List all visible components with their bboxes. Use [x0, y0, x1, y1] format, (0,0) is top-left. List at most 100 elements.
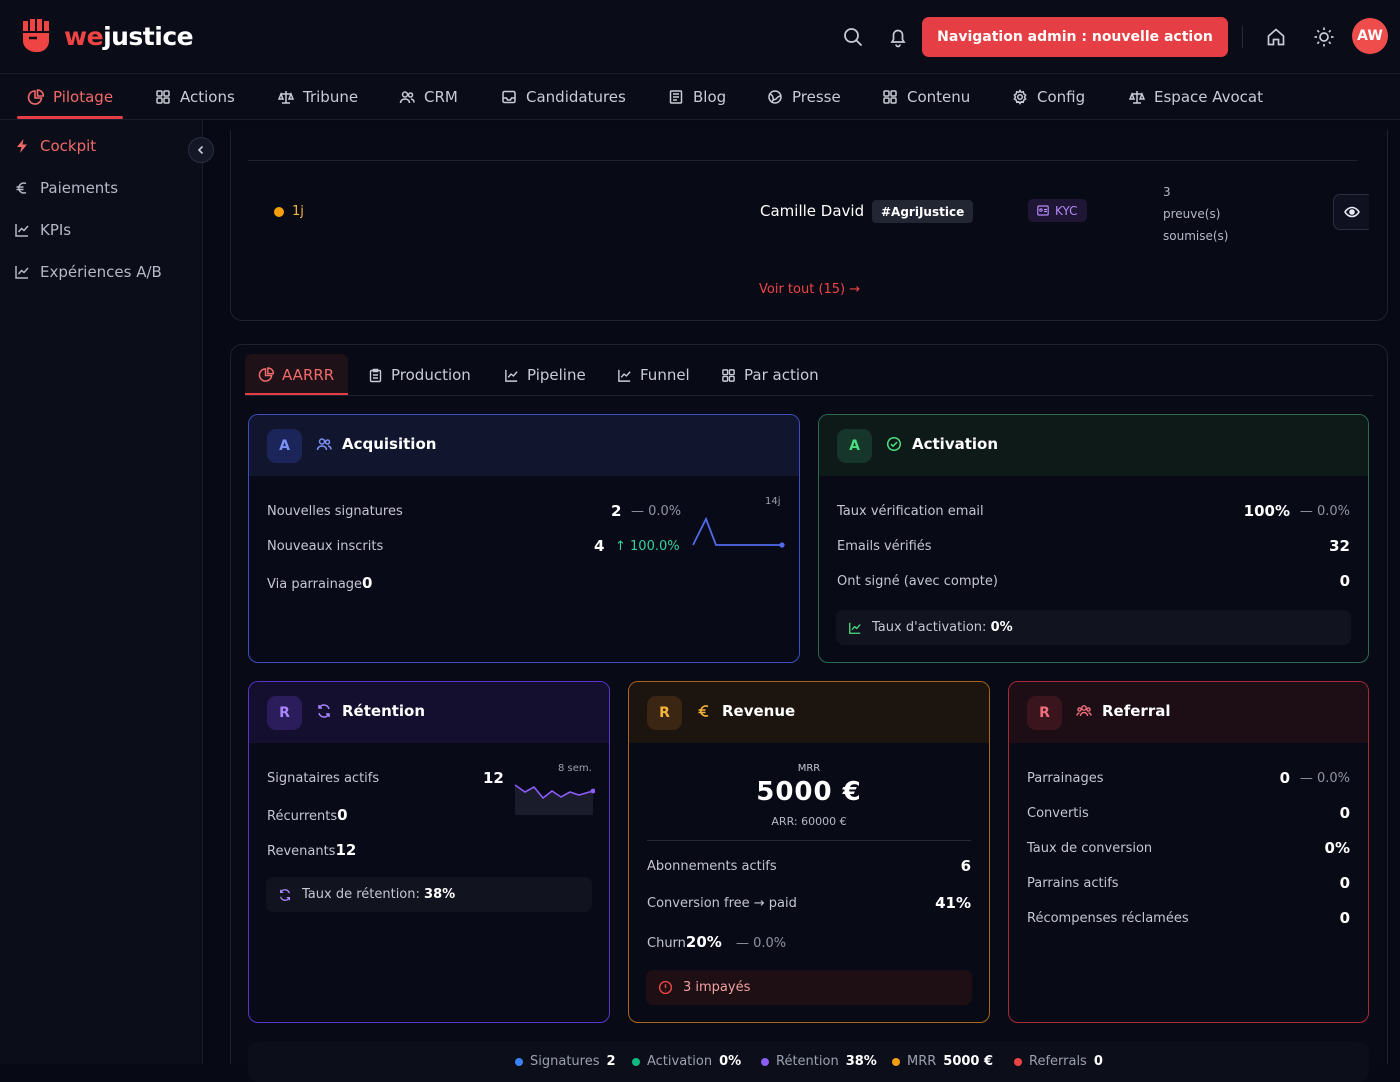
eye-icon: [1343, 206, 1360, 218]
chart-line-icon: [14, 222, 30, 238]
refresh-icon: [278, 888, 292, 902]
metric-row-conversion-rate: Taux de conversion 0%: [1027, 839, 1350, 857]
pending-age: 1j: [274, 204, 304, 219]
revenue-title: Revenue: [696, 702, 795, 720]
sidebar-item-kpis[interactable]: KPIs: [14, 221, 71, 239]
referral-letter-badge: R: [1027, 696, 1062, 730]
nav-item-crm[interactable]: CRM: [399, 74, 458, 120]
tab-par-action[interactable]: Par action: [721, 356, 819, 394]
nav-item-espace-avocat[interactable]: Espace Avocat: [1129, 74, 1263, 120]
referral-header: [1009, 682, 1368, 743]
sidebar-collapse-button[interactable]: [188, 137, 214, 163]
chart-line-icon: [617, 368, 632, 383]
nav-item-presse[interactable]: Presse: [767, 74, 841, 120]
view-submission-button[interactable]: [1333, 194, 1369, 230]
activation-rate-bar: Taux d'activation: 0%: [836, 610, 1351, 645]
proofs-count: 3 preuve(s) soumise(s): [1163, 185, 1229, 243]
metric-row-churn: Churn20% — 0.0%: [647, 933, 787, 951]
legend-item-signatures: Signatures 2: [515, 1054, 616, 1069]
sidebar-item-paiements[interactable]: Paiements: [14, 179, 118, 197]
see-all-link[interactable]: Voir tout (15) →: [759, 282, 860, 297]
grid-icon: [882, 89, 898, 105]
retention-letter-badge: R: [267, 696, 302, 730]
search-icon[interactable]: [842, 26, 864, 48]
users-icon: [399, 89, 415, 105]
retention-rate-bar: Taux de rétention: 38%: [266, 877, 592, 912]
metric-row-referrals: Parrainages 0 — 0.0%: [1027, 769, 1350, 787]
activation-letter-badge: A: [837, 429, 872, 463]
legend-item-retention: Rétention 38%: [761, 1054, 877, 1069]
users-group-icon: [1076, 703, 1092, 719]
nav-active-indicator: [17, 116, 123, 119]
legend-dot: [1014, 1057, 1022, 1066]
clipboard-icon: [368, 368, 383, 383]
metric-row-active-signers: Signataires actifs 12: [267, 769, 504, 787]
metric-row-rewards-claimed: Récompenses réclamées 0: [1027, 909, 1350, 927]
chart-line-icon: [14, 264, 30, 280]
revenue-letter-badge: R: [647, 696, 682, 730]
avatar[interactable]: AW: [1352, 18, 1388, 54]
brand-logo[interactable]: wejustice: [20, 18, 194, 54]
top-bar: wejustice Navigation admin : nouvelle ac…: [0, 0, 1400, 74]
pie-chart-icon: [27, 88, 44, 106]
main-nav: Pilotage Actions Tribune CRM Candidature…: [0, 74, 1400, 120]
nav-item-contenu[interactable]: Contenu: [882, 74, 970, 120]
sidebar-item-cockpit[interactable]: Cockpit: [14, 137, 96, 155]
nav-item-actions[interactable]: Actions: [155, 74, 235, 120]
grid-icon: [721, 368, 736, 383]
bell-icon[interactable]: [887, 26, 909, 48]
acquisition-panel: A Acquisition 14j Nouvelles signatures 2…: [248, 414, 800, 663]
metric-row-returning: Revenants12: [267, 841, 357, 859]
fist-logo-icon: [20, 18, 52, 54]
mrr-label: MRR: [797, 763, 821, 774]
legend-item-activation: Activation 0%: [632, 1054, 741, 1069]
metric-row-active-subscriptions: Abonnements actifs 6: [647, 857, 971, 875]
metric-row-active-sponsors: Parrains actifs 0: [1027, 874, 1350, 892]
id-card-icon: [1037, 205, 1049, 216]
revenue-divider: [647, 840, 971, 841]
sidebar-item-experiences-ab[interactable]: Expériences A/B: [14, 263, 162, 281]
metric-row-conversion-free-paid: Conversion free → paid 41%: [647, 894, 971, 912]
mrr-value: 5000 €: [756, 777, 862, 807]
bolt-icon: [14, 138, 30, 154]
nav-item-pilotage[interactable]: Pilotage: [27, 74, 113, 120]
arr-value: ARR: 60000 €: [771, 815, 847, 828]
tab-aarrr[interactable]: AARRR: [258, 356, 334, 394]
nav-item-tribune[interactable]: Tribune: [278, 74, 358, 120]
brand-name: wejustice: [64, 21, 194, 51]
revenue-panel: R Revenue MRR 5000 € ARR: 60000 € Abonne…: [628, 681, 990, 1023]
sun-icon[interactable]: [1313, 26, 1335, 48]
retention-panel: R Rétention 8 sem. Signataires actifs 12…: [248, 681, 610, 1023]
chart-line-icon: [848, 621, 862, 635]
chevron-left-icon: [196, 145, 206, 155]
retention-header: [249, 682, 609, 743]
tab-pipeline[interactable]: Pipeline: [504, 356, 586, 394]
admin-new-action-button[interactable]: Navigation admin : nouvelle action: [922, 17, 1228, 57]
scale-icon: [278, 89, 294, 105]
revenue-header: [629, 682, 989, 743]
legend-dot: [761, 1057, 769, 1066]
unpaid-alert[interactable]: 3 impayés: [646, 970, 972, 1005]
refresh-icon: [316, 703, 332, 719]
status-dot: [274, 206, 284, 217]
scale-icon: [1129, 89, 1145, 105]
nav-item-blog[interactable]: Blog: [668, 74, 726, 120]
pending-user-name[interactable]: Camille David: [760, 202, 864, 220]
legend-dot: [892, 1057, 900, 1066]
tabs-divider: [245, 395, 1373, 396]
newspaper-icon: [668, 89, 684, 105]
metric-row-email-verification: Taux vérification email 100% — 0.0%: [837, 502, 1350, 520]
referral-panel: R Referral Parrainages 0 — 0.0% Converti…: [1008, 681, 1369, 1023]
tab-funnel[interactable]: Funnel: [617, 356, 690, 394]
metric-row-recurring: Récurrents0: [267, 806, 348, 824]
globe-icon: [767, 89, 783, 105]
metric-row-signed-with-account: Ont signé (avec compte) 0: [837, 572, 1350, 590]
nav-item-config[interactable]: Config: [1012, 74, 1085, 120]
tab-production[interactable]: Production: [368, 356, 471, 394]
nav-item-candidatures[interactable]: Candidatures: [501, 74, 626, 120]
legend-item-referrals: Referrals 0: [1014, 1054, 1103, 1069]
referral-title: Referral: [1076, 702, 1170, 720]
home-icon[interactable]: [1265, 26, 1287, 48]
chart-line-icon: [504, 368, 519, 383]
pie-chart-icon: [258, 367, 274, 383]
